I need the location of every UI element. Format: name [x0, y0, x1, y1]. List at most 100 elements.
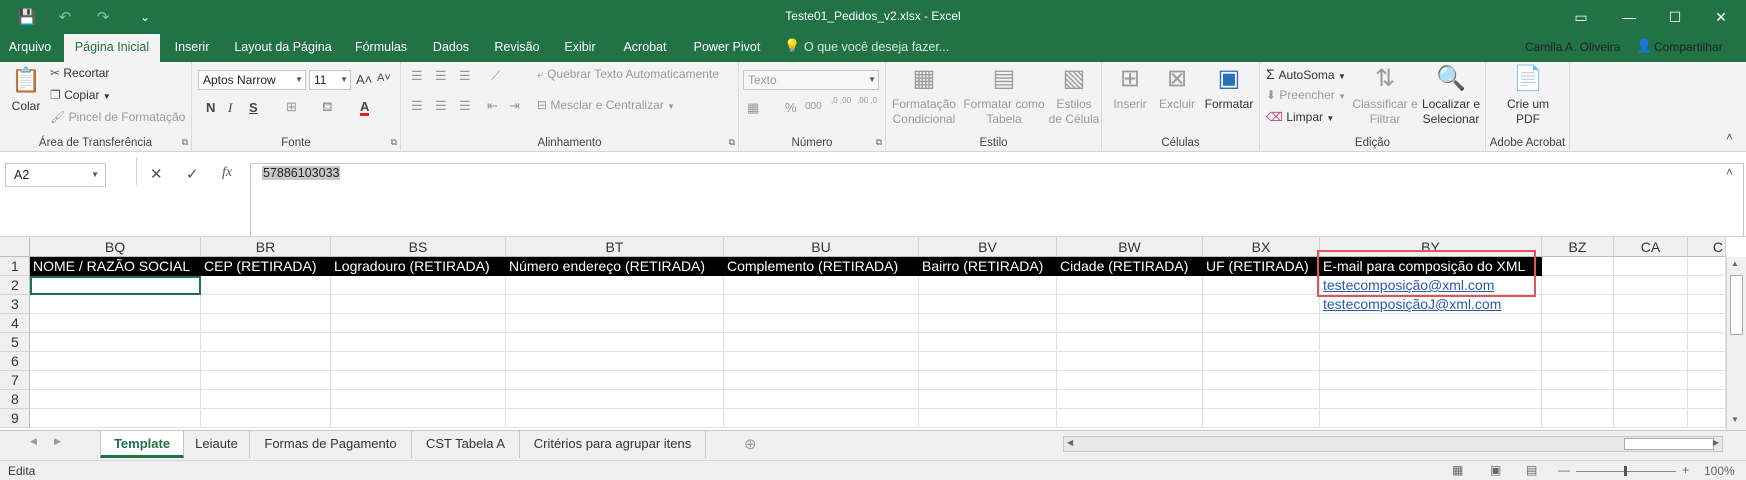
align-center-icon[interactable]: ☰ — [435, 98, 447, 114]
grid-cell[interactable] — [1542, 295, 1614, 314]
grid-cell[interactable] — [1203, 276, 1320, 295]
column-header[interactable]: BV — [919, 237, 1057, 257]
grid-cell[interactable] — [1688, 295, 1726, 314]
dialog-launcher-icon[interactable]: ⧉ — [876, 137, 882, 148]
grid-cell[interactable] — [331, 352, 506, 371]
scroll-left-icon[interactable]: ◀ — [1067, 438, 1073, 447]
decrease-decimal-button[interactable]: ,00 ,0 — [857, 96, 877, 105]
grid-cell[interactable] — [1057, 314, 1203, 333]
active-cell[interactable] — [30, 276, 201, 295]
grid-cell[interactable] — [1203, 371, 1320, 390]
grid-cell[interactable] — [1614, 371, 1688, 390]
grid-cell[interactable] — [201, 371, 331, 390]
normal-view-icon[interactable]: ▦ — [1452, 463, 1463, 477]
grid-cell[interactable] — [1614, 390, 1688, 409]
sheet-tab-criterios[interactable]: Critérios para agrupar itens — [520, 431, 706, 458]
grid-cell[interactable] — [1614, 409, 1688, 428]
grid-cell[interactable] — [919, 314, 1057, 333]
tab-inserir[interactable]: Inserir — [164, 34, 220, 62]
grid-cell[interactable] — [201, 276, 331, 295]
column-header[interactable]: BU — [724, 237, 919, 257]
grid-cell[interactable] — [1614, 257, 1688, 276]
grid-cell[interactable] — [1057, 333, 1203, 352]
format-painter-button[interactable]: 🖌 Pincel de Formatação — [50, 110, 185, 124]
tab-exibir[interactable]: Exibir — [556, 34, 604, 62]
user-name[interactable]: Camila A. Oliveira — [1525, 34, 1620, 62]
scroll-thumb[interactable] — [1624, 438, 1714, 450]
column-header[interactable]: BW — [1057, 237, 1203, 257]
grid-cell[interactable] — [201, 352, 331, 371]
grid-cell[interactable] — [724, 352, 919, 371]
enter-icon[interactable]: ✓ — [186, 165, 199, 183]
grid-cell[interactable] — [1614, 333, 1688, 352]
grid-cell[interactable] — [331, 333, 506, 352]
header-cell[interactable]: Cidade (RETIRADA) — [1057, 257, 1203, 276]
grid-cell[interactable] — [919, 352, 1057, 371]
tab-revisao[interactable]: Revisão — [488, 34, 546, 62]
row-header[interactable]: 4 — [0, 314, 30, 333]
row-header[interactable]: 9 — [0, 409, 30, 428]
increase-decimal-button[interactable]: ,0 ,00 — [831, 96, 851, 105]
prev-sheet-icon[interactable]: ◀ — [30, 436, 37, 447]
header-cell[interactable]: Logradouro (RETIRADA) — [331, 257, 506, 276]
dialog-launcher-icon[interactable]: ⧉ — [729, 137, 735, 148]
row-header[interactable]: 3 — [0, 295, 30, 314]
grid-cell[interactable] — [1542, 257, 1614, 276]
create-pdf-button[interactable]: 📄 Crie um PDF — [1500, 64, 1556, 127]
scroll-up-icon[interactable]: ▲ — [1731, 259, 1739, 268]
grid-cell[interactable] — [201, 314, 331, 333]
orientation-icon[interactable]: ⟋ — [491, 68, 500, 84]
grid-cell[interactable] — [724, 409, 919, 428]
grid-cell[interactable] — [1057, 276, 1203, 295]
grid-cell[interactable] — [1688, 390, 1726, 409]
grid-cell[interactable] — [506, 314, 724, 333]
column-header[interactable]: BR — [201, 237, 331, 257]
find-select-button[interactable]: 🔍 Localizar e Selecionar — [1416, 64, 1486, 127]
row-header[interactable]: 7 — [0, 371, 30, 390]
grid-cell[interactable] — [331, 409, 506, 428]
dialog-launcher-icon[interactable]: ⧉ — [182, 137, 188, 148]
grid-cell[interactable] — [919, 390, 1057, 409]
column-header[interactable]: BX — [1203, 237, 1320, 257]
tab-dados[interactable]: Dados — [424, 34, 478, 62]
cancel-icon[interactable]: ✕ — [150, 165, 163, 183]
column-header[interactable]: BS — [331, 237, 506, 257]
grid-cell[interactable] — [724, 333, 919, 352]
clear-button[interactable]: ⌫ Limpar ▼ — [1266, 110, 1334, 124]
grid-cell[interactable] — [1320, 333, 1542, 352]
align-left-icon[interactable]: ☰ — [411, 98, 423, 114]
scroll-right-icon[interactable]: ▶ — [1713, 438, 1719, 447]
grid-cell[interactable] — [1542, 409, 1614, 428]
grid-cell[interactable] — [1057, 352, 1203, 371]
grid-cell[interactable] — [724, 314, 919, 333]
font-name-select[interactable]: Aptos Narrow ▼ — [198, 70, 306, 90]
grid-cell[interactable] — [1688, 409, 1726, 428]
grow-font-icon[interactable]: A˄ — [356, 72, 372, 87]
number-format-select[interactable]: Texto ▼ — [743, 70, 879, 90]
sheet-tab-leiaute[interactable]: Leiaute — [184, 431, 250, 458]
grid-cell[interactable] — [1542, 371, 1614, 390]
grid-cell[interactable] — [1320, 314, 1542, 333]
formula-input[interactable] — [250, 163, 1744, 237]
grid-cell[interactable] — [331, 314, 506, 333]
align-right-icon[interactable]: ☰ — [459, 98, 471, 114]
grid-cell[interactable] — [30, 390, 201, 409]
vertical-scrollbar[interactable]: ▲ ▼ — [1726, 257, 1746, 431]
grid-cell[interactable] — [30, 295, 201, 314]
grid-cell[interactable] — [30, 409, 201, 428]
email-cell[interactable]: testecomposiçãoJ@xml.com — [1320, 295, 1542, 314]
grid-cell[interactable] — [1688, 276, 1726, 295]
grid-cell[interactable] — [1320, 409, 1542, 428]
italic-button[interactable]: I — [228, 100, 232, 116]
grid-cell[interactable] — [1203, 390, 1320, 409]
cut-button[interactable]: ✂ Recortar — [50, 66, 109, 80]
thousands-button[interactable]: 000 — [805, 101, 822, 112]
grid-cell[interactable] — [201, 295, 331, 314]
align-bottom-icon[interactable]: ☰ — [459, 68, 471, 84]
column-header[interactable]: BT — [506, 237, 724, 257]
column-header[interactable]: C — [1688, 237, 1726, 257]
column-header[interactable]: CA — [1614, 237, 1688, 257]
grid-cell[interactable] — [331, 295, 506, 314]
zoom-in-button[interactable]: + — [1682, 463, 1689, 477]
grid-cell[interactable] — [919, 276, 1057, 295]
